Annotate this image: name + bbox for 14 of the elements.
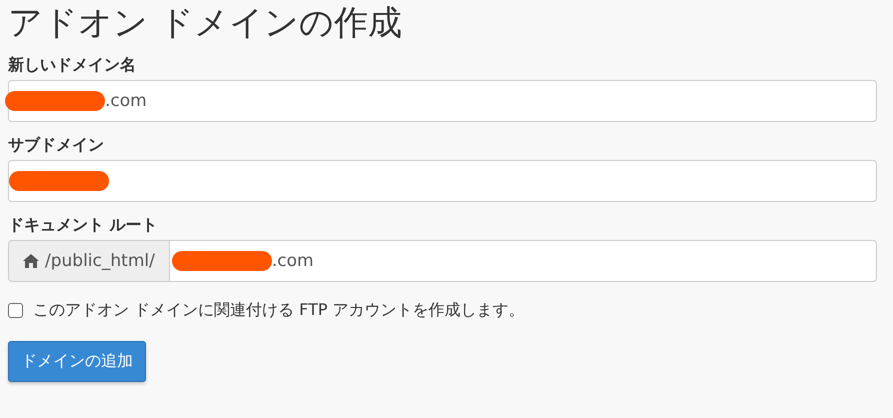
- checkbox[interactable]: [8, 303, 23, 318]
- page-title: アドオン ドメインの作成: [8, 2, 403, 45]
- add-domain-button[interactable]: ドメインの追加: [8, 341, 146, 382]
- input-field[interactable]: .com: [8, 80, 877, 122]
- field-label: 新しいドメイン名: [8, 54, 137, 76]
- field-value: .com: [272, 251, 314, 271]
- field-value: .com: [105, 91, 147, 111]
- input-field[interactable]: [8, 160, 877, 202]
- home-icon: [23, 254, 39, 268]
- input-field[interactable]: .com: [168, 240, 877, 282]
- field-label: サブドメイン: [8, 134, 105, 156]
- field-label: ドキュメント ルート: [8, 214, 159, 236]
- prefix-text: /public_html/: [45, 251, 155, 271]
- checkbox-label: このアドオン ドメインに関連付ける FTP アカウントを作成します。: [33, 300, 525, 321]
